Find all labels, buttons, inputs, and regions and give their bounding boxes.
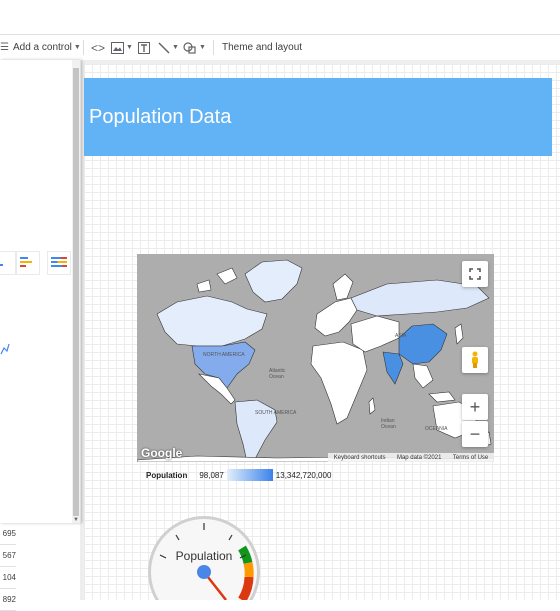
plus-icon: + [469,396,481,417]
toolbar-divider [213,40,214,55]
gauge-yellow-band [243,561,254,578]
gauge-hub [197,565,211,579]
image-menu[interactable]: ▼ [111,35,133,60]
google-logo: Google [141,446,183,460]
scroll-down-arrow-icon[interactable]: ▼ [73,517,79,523]
table-fragment: 695 567 104 892 [0,523,16,611]
legend-label: Population [146,470,188,480]
map-label-oceania: OCEANIA [425,426,448,432]
india-region [382,351,404,385]
world-map: NORTH AMERICA SOUTH AMERICA ASIA OCEANIA… [137,259,494,462]
street-view-pegman[interactable] [462,347,488,373]
table-cell: 104 [0,567,16,589]
greenland-region [244,259,303,303]
fullscreen-icon [469,268,481,280]
theme-layout-label: Theme and layout [222,42,303,53]
geo-map-chart[interactable]: NORTH AMERICA SOUTH AMERICA ASIA OCEANIA… [137,254,494,462]
chart-type-line-icon[interactable] [0,342,10,356]
report-header[interactable]: Population Data [84,78,552,156]
line-menu[interactable]: ▼ [158,35,179,60]
chevron-down-icon: ▼ [172,44,179,51]
shape-menu[interactable]: ▼ [183,35,206,60]
madagascar-region [368,397,376,415]
toolbar: ☰ Add a control ▼ <> ▼ ▼ ▼ Theme and lay… [0,34,560,61]
chevron-down-icon: ▼ [199,44,206,51]
terms-link[interactable]: Terms of Use [453,455,488,461]
gauge-label: Population [176,549,233,563]
shape-icon [183,41,196,54]
chart-type-100-stacked-bar-icon[interactable] [47,251,71,275]
japan-region [454,323,464,345]
chart-type-stacked-bar-icon[interactable] [16,251,40,275]
population-gauge[interactable]: Population [146,515,266,600]
map-legend: Population 98,087 13,342,720,000 [146,469,331,481]
europe-region [314,297,358,337]
toolbar-divider [83,40,84,55]
legend-gradient [226,469,273,481]
chart-picker-panel[interactable]: ▼ [0,60,81,523]
chevron-down-icon: ▼ [73,44,81,51]
line-icon [158,41,170,54]
canada-region [156,295,268,347]
table-cell: 695 [0,523,16,545]
legend-max: 13,342,720,000 [275,470,332,480]
africa-region [310,341,368,425]
central-asia-region [350,315,400,353]
map-data-text: Map data ©2021 [396,454,442,461]
keyboard-shortcuts-link[interactable]: Keyboard shortcuts [334,455,386,461]
pegman-icon [472,351,478,368]
minus-icon: − [469,423,481,444]
add-control-label: Add a control [12,42,72,53]
add-control-menu[interactable]: ☰ Add a control ▼ [0,35,81,60]
chevron-down-icon: ▼ [126,44,133,51]
text-icon[interactable] [138,35,150,60]
arctic-islands [196,267,238,293]
image-icon [111,41,124,54]
usa-region [191,341,256,389]
chart-type-bar-icon[interactable] [0,251,16,275]
table-cell: 567 [0,545,16,567]
china-region [398,323,448,365]
map-label-north-america: NORTH AMERICA [203,352,245,358]
map-label-ocean: Ocean [269,374,284,380]
fullscreen-button[interactable] [462,261,488,287]
southeast-asia-region [412,363,456,403]
map-label-ocean: Ocean [381,424,396,430]
map-label-asia: ASIA [395,333,407,339]
add-control-icon: ☰ [0,42,9,53]
table-cell: 892 [0,589,16,611]
theme-layout-button[interactable]: Theme and layout [222,35,302,60]
zoom-out-button[interactable]: − [462,421,488,447]
code-embed-icon[interactable]: <> [91,35,105,60]
zoom-in-button[interactable]: + [462,394,488,420]
page-title: Population Data [89,105,232,128]
panel-scrollbar-thumb[interactable] [73,68,79,516]
map-attribution: Keyboard shortcuts Map data ©2021 Terms … [328,453,494,462]
scandinavia-region [332,273,354,301]
legend-min: 98,087 [199,470,224,480]
map-label-south-america: SOUTH AMERICA [255,410,297,416]
